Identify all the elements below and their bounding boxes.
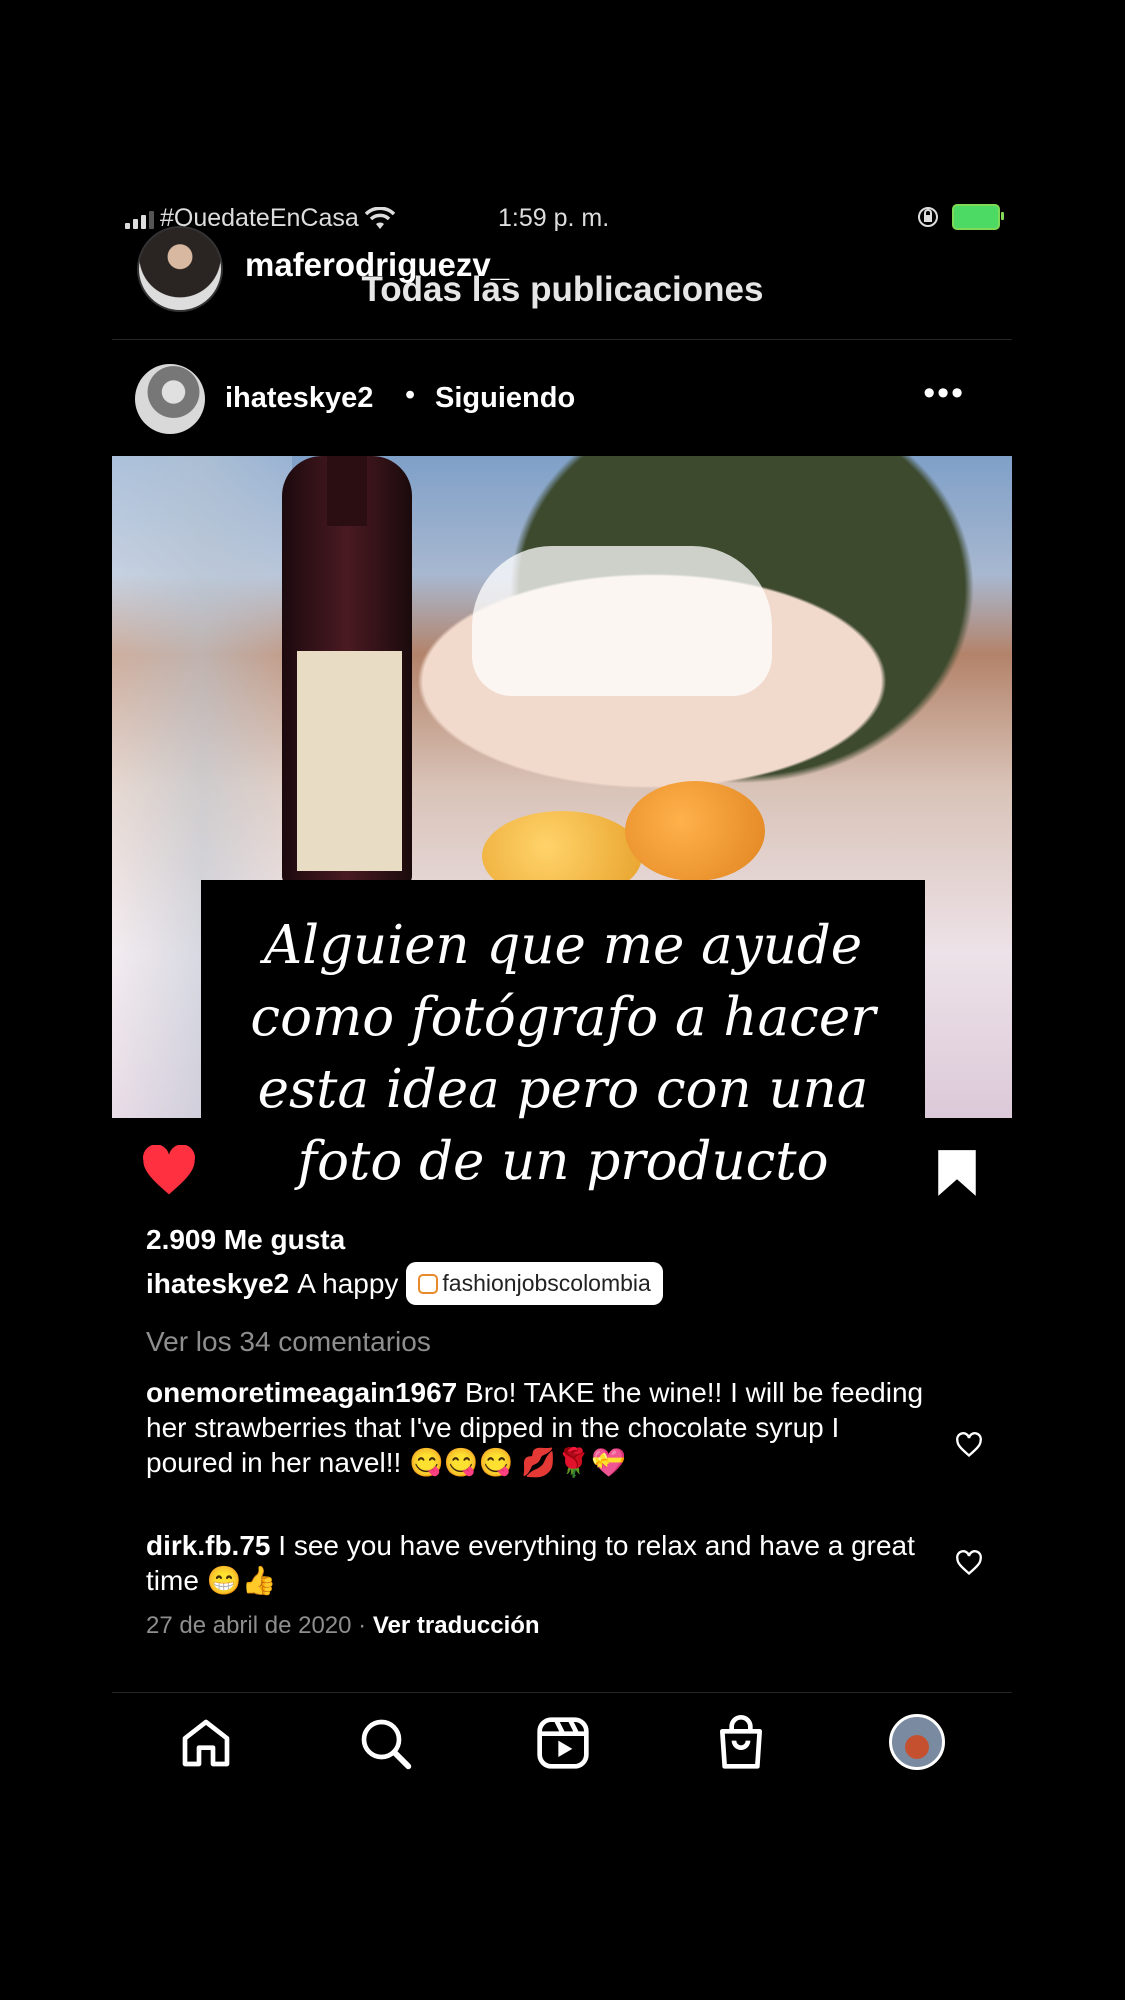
- caption-username[interactable]: ihateskye2: [146, 1268, 289, 1300]
- bottle-label-shape: [297, 651, 402, 871]
- caption-row: ihateskye2 A happy fashionjobscolombia: [146, 1262, 663, 1305]
- view-comments-link[interactable]: Ver los 34 comentarios: [146, 1326, 431, 1358]
- comment-like-icon[interactable]: [955, 1432, 983, 1458]
- dot-separator: •: [405, 379, 416, 411]
- like-heart-icon[interactable]: [141, 1145, 197, 1197]
- post-header: ihateskye2 • Siguiendo •••: [135, 364, 995, 434]
- post-date: 27 de abril de 2020: [146, 1612, 352, 1639]
- profile-avatar[interactable]: [889, 1714, 945, 1770]
- page-title: Todas las publicaciones: [361, 270, 764, 309]
- comment-item: dirk.fb.75 I see you have everything to …: [146, 1528, 926, 1598]
- reels-icon[interactable]: [535, 1715, 591, 1771]
- image-caption: Alguien que me ayude como fotógrafo a ha…: [250, 915, 876, 1192]
- comment-like-icon[interactable]: [955, 1550, 983, 1576]
- date-separator: ·: [358, 1612, 367, 1639]
- likes-count[interactable]: 2.909 Me gusta: [146, 1224, 345, 1256]
- following-button[interactable]: Siguiendo: [435, 382, 575, 415]
- comment-username[interactable]: onemoretimeagain1967: [146, 1377, 457, 1408]
- instagram-icon: [418, 1273, 439, 1294]
- post-date-row: 27 de abril de 2020 · Ver traducción: [146, 1612, 540, 1640]
- search-icon[interactable]: [357, 1715, 413, 1771]
- bookmark-icon[interactable]: [935, 1148, 979, 1198]
- bottom-tab-bar: [112, 1693, 1012, 1803]
- caption-text: A happy: [297, 1267, 399, 1299]
- post-avatar[interactable]: [135, 364, 205, 434]
- divider: [112, 339, 1012, 340]
- orange-shape: [625, 781, 765, 881]
- mention-tag[interactable]: fashionjobscolombia: [406, 1262, 663, 1305]
- comment-username[interactable]: dirk.fb.75: [146, 1530, 270, 1561]
- home-icon[interactable]: [178, 1715, 234, 1771]
- shop-icon[interactable]: [713, 1715, 769, 1771]
- post-username[interactable]: ihateskye2: [225, 382, 373, 415]
- comment-item: onemoretimeagain1967 Bro! TAKE the wine!…: [146, 1375, 926, 1480]
- translate-link[interactable]: Ver traducción: [373, 1612, 540, 1639]
- mention-tag-label: fashionjobscolombia: [442, 1270, 651, 1296]
- more-options-icon[interactable]: •••: [923, 374, 965, 413]
- lingerie-shape: [472, 546, 772, 696]
